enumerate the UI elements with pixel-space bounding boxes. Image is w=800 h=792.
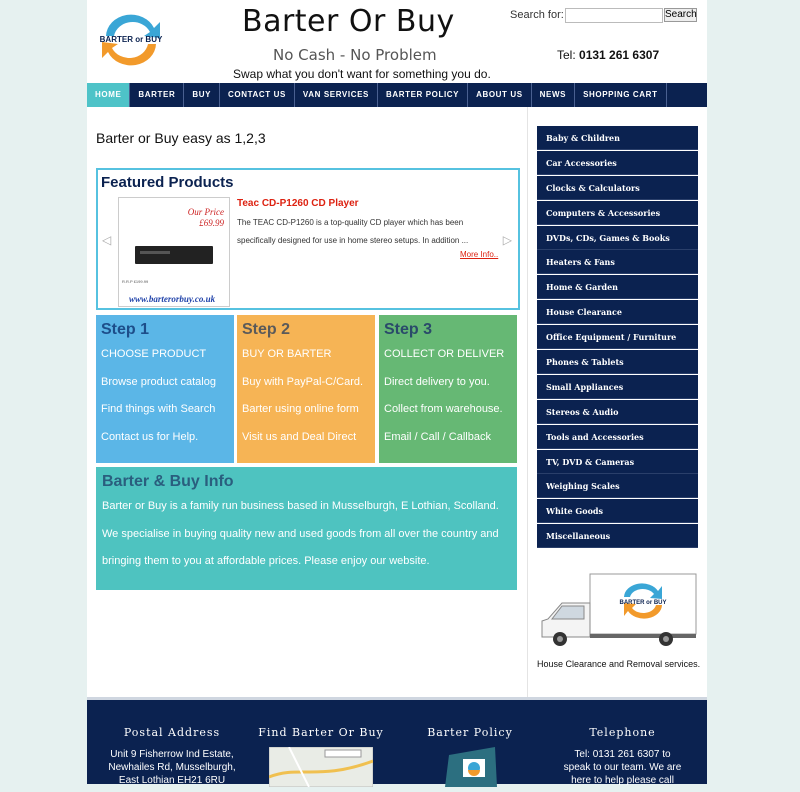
product-image[interactable]: Our Price £69.99 R.R.P £199.99 www.barte… <box>118 197 230 307</box>
step-line: Find things with Search <box>101 403 216 415</box>
logo-text: BARTER or BUY <box>100 35 163 44</box>
step-line: Browse product catalog <box>101 376 216 388</box>
product-price: £69.99 <box>199 218 224 228</box>
tagline: No Cash - No Problem <box>273 46 437 64</box>
main-nav: HOME BARTER BUY CONTACT US VAN SERVICES … <box>87 83 707 107</box>
nav-shopping-cart[interactable]: SHOPPING CART <box>575 83 667 107</box>
category-item[interactable]: Weighing Scales <box>537 474 698 499</box>
intro-heading: Barter or Buy easy as 1,2,3 <box>96 130 266 146</box>
truck-caption: House Clearance and Removal services. <box>537 659 701 669</box>
truck-logo-text: BARTER or BUY <box>619 600 666 606</box>
step-line: Buy with PayPal-C/Card. <box>242 376 364 388</box>
telephone-line: speak to our team. We are <box>563 762 682 773</box>
category-item[interactable]: Computers & Accessories <box>537 200 698 225</box>
nav-contact-us[interactable]: CONTACT US <box>220 83 295 107</box>
telephone-line: Tel: 0131 261 6307 to <box>574 749 671 760</box>
nav-van-services[interactable]: VAN SERVICES <box>295 83 378 107</box>
step-line: Contact us for Help. <box>101 431 199 443</box>
category-item[interactable]: Home & Garden <box>537 275 698 300</box>
nav-news[interactable]: NEWS <box>532 83 576 107</box>
footer-policy-title: Barter Policy <box>427 726 513 739</box>
step-3-box: Step 3 COLLECT OR DELIVER Direct deliver… <box>379 315 517 463</box>
category-item[interactable]: Miscellaneous <box>537 524 698 549</box>
sidebar-divider <box>527 107 528 697</box>
cd-player-graphic <box>135 246 213 264</box>
prev-arrow-icon[interactable]: ◁ <box>102 233 111 247</box>
step-line: Collect from warehouse. <box>384 403 503 415</box>
postal-line: Unit 9 Fisherrow Ind Estate, <box>110 749 234 760</box>
category-item[interactable]: Office Equipment / Furniture <box>537 325 698 350</box>
footer-policy: Barter Policy <box>405 726 535 792</box>
phone-prefix: Tel: <box>557 48 576 62</box>
step-title: Step 2 <box>242 321 291 338</box>
category-item[interactable]: TV, DVD & Cameras <box>537 449 698 474</box>
footer: Postal Address Unit 9 Fisherrow Ind Esta… <box>87 697 707 788</box>
info-text: We specialise in buying quality new and … <box>102 528 499 540</box>
step-line: CHOOSE PRODUCT <box>101 348 207 360</box>
page: BARTER or BUY Barter Or Buy No Cash - No… <box>87 0 707 788</box>
product-image-url: www.barterorbuy.co.uk <box>129 294 216 304</box>
header-phone: Tel: 0131 261 6307 <box>557 48 659 62</box>
step-line: BUY OR BARTER <box>242 348 332 360</box>
site-title: Barter Or Buy <box>242 4 455 39</box>
rrp-text: R.R.P £199.99 <box>122 279 149 284</box>
search-input[interactable] <box>565 8 663 23</box>
phone-number: 0131 261 6307 <box>579 48 660 62</box>
nav-about-us[interactable]: ABOUT US <box>468 83 532 107</box>
footer-telephone-title: Telephone <box>589 726 656 739</box>
map-thumbnail[interactable] <box>268 746 374 788</box>
more-info-link[interactable]: More Info.. <box>460 250 498 259</box>
footer-postal: Postal Address Unit 9 Fisherrow Ind Esta… <box>97 726 247 787</box>
info-text: Barter or Buy is a family run business b… <box>102 500 499 512</box>
category-item[interactable]: White Goods <box>537 499 698 524</box>
category-item[interactable]: Small Appliances <box>537 374 698 399</box>
step-line: Visit us and Deal Direct <box>242 431 357 443</box>
category-item[interactable]: Clocks & Calculators <box>537 175 698 200</box>
removal-van-image[interactable]: BARTER or BUY <box>538 573 698 648</box>
category-item[interactable]: House Clearance <box>537 300 698 325</box>
info-text: bringing them to you at affordable price… <box>102 555 430 567</box>
product-name-link[interactable]: Teac CD-P1260 CD Player <box>237 198 359 209</box>
postal-line: Newhailes Rd, Musselburgh, <box>108 762 236 773</box>
logo[interactable]: BARTER or BUY <box>96 10 166 68</box>
step-line: Barter using online form <box>242 403 359 415</box>
our-price-label: Our Price <box>187 207 224 217</box>
category-item[interactable]: Phones & Tablets <box>537 350 698 375</box>
category-item[interactable]: Stereos & Audio <box>537 399 698 424</box>
footer-find-title: Find Barter Or Buy <box>258 726 384 739</box>
step-2-box: Step 2 BUY OR BARTER Buy with PayPal-C/C… <box>237 315 375 463</box>
footer-telephone: Telephone Tel: 0131 261 6307 to speak to… <box>545 726 700 787</box>
footer-find: Find Barter Or Buy <box>250 726 392 792</box>
search-label: Search for: <box>510 9 564 21</box>
search-button[interactable]: Search <box>664 8 697 22</box>
featured-products: Featured Products ◁ ▷ Our Price £69.99 R… <box>96 168 520 310</box>
step-line: Email / Call / Callback <box>384 431 491 443</box>
step-title: Step 3 <box>384 321 433 338</box>
nav-barter[interactable]: BARTER <box>130 83 185 107</box>
featured-heading: Featured Products <box>101 174 234 191</box>
info-box: Barter & Buy Info Barter or Buy is a fam… <box>96 467 517 590</box>
nav-buy[interactable]: BUY <box>184 83 221 107</box>
nav-barter-policy[interactable]: BARTER POLICY <box>378 83 469 107</box>
sub-tagline: Swap what you don't want for something y… <box>233 67 491 81</box>
next-arrow-icon[interactable]: ▷ <box>503 233 512 247</box>
category-item[interactable]: Baby & Children <box>537 126 698 150</box>
category-item[interactable]: Heaters & Fans <box>537 250 698 275</box>
product-price-tag: Our Price £69.99 <box>188 207 224 229</box>
step-1-box: Step 1 CHOOSE PRODUCT Browse product cat… <box>96 315 234 463</box>
product-description: The TEAC CD-P1260 is a top-quality CD pl… <box>237 218 469 245</box>
step-line: Direct delivery to you. <box>384 376 490 388</box>
nav-home[interactable]: HOME <box>87 83 131 107</box>
info-title: Barter & Buy Info <box>102 473 234 490</box>
policy-book-icon[interactable] <box>435 747 505 787</box>
step-line: COLLECT OR DELIVER <box>384 348 505 360</box>
category-item[interactable]: DVDs, CDs, Games & Books <box>537 225 698 250</box>
step-title: Step 1 <box>101 321 150 338</box>
category-list: Baby & Children Car Accessories Clocks &… <box>537 126 698 549</box>
footer-postal-title: Postal Address <box>123 726 221 739</box>
category-item[interactable]: Car Accessories <box>537 150 698 175</box>
category-item[interactable]: Tools and Accessories <box>537 424 698 449</box>
